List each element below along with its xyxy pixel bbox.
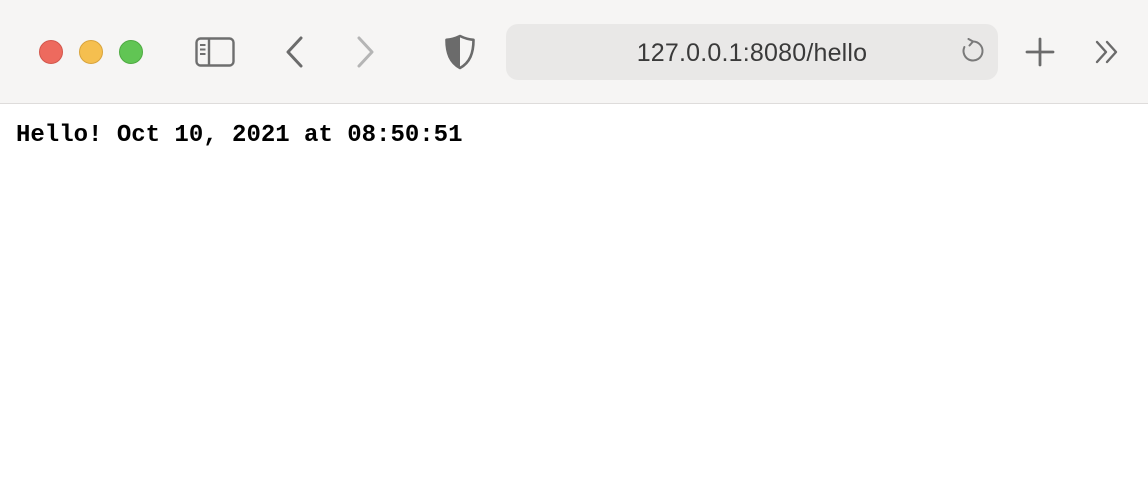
more-toolbar-items-button[interactable] [1090, 34, 1126, 70]
sidebar-toggle-button[interactable] [193, 34, 237, 70]
minimize-window-button[interactable] [79, 40, 103, 64]
new-tab-button[interactable] [1022, 34, 1058, 70]
plus-icon [1025, 37, 1055, 67]
chevron-left-icon [284, 35, 306, 69]
chevron-right-icon [354, 35, 376, 69]
page-content: Hello! Oct 10, 2021 at 08:50:51 [0, 105, 1148, 494]
shield-icon [444, 34, 476, 70]
reload-icon [960, 37, 986, 69]
back-button[interactable] [280, 34, 310, 70]
forward-button[interactable] [350, 34, 380, 70]
address-bar[interactable]: 127.0.0.1:8080/hello [506, 24, 998, 80]
browser-window: 127.0.0.1:8080/hello Hello! Oct 10, 2021… [0, 0, 1148, 494]
url-text[interactable]: 127.0.0.1:8080/hello [506, 24, 998, 80]
reload-button[interactable] [959, 37, 987, 69]
sidebar-icon [195, 37, 235, 67]
double-chevron-right-icon [1093, 39, 1123, 65]
close-window-button[interactable] [39, 40, 63, 64]
page-body-text: Hello! Oct 10, 2021 at 08:50:51 [16, 122, 463, 149]
zoom-window-button[interactable] [119, 40, 143, 64]
browser-toolbar: 127.0.0.1:8080/hello [0, 0, 1148, 104]
privacy-report-button[interactable] [442, 33, 478, 71]
